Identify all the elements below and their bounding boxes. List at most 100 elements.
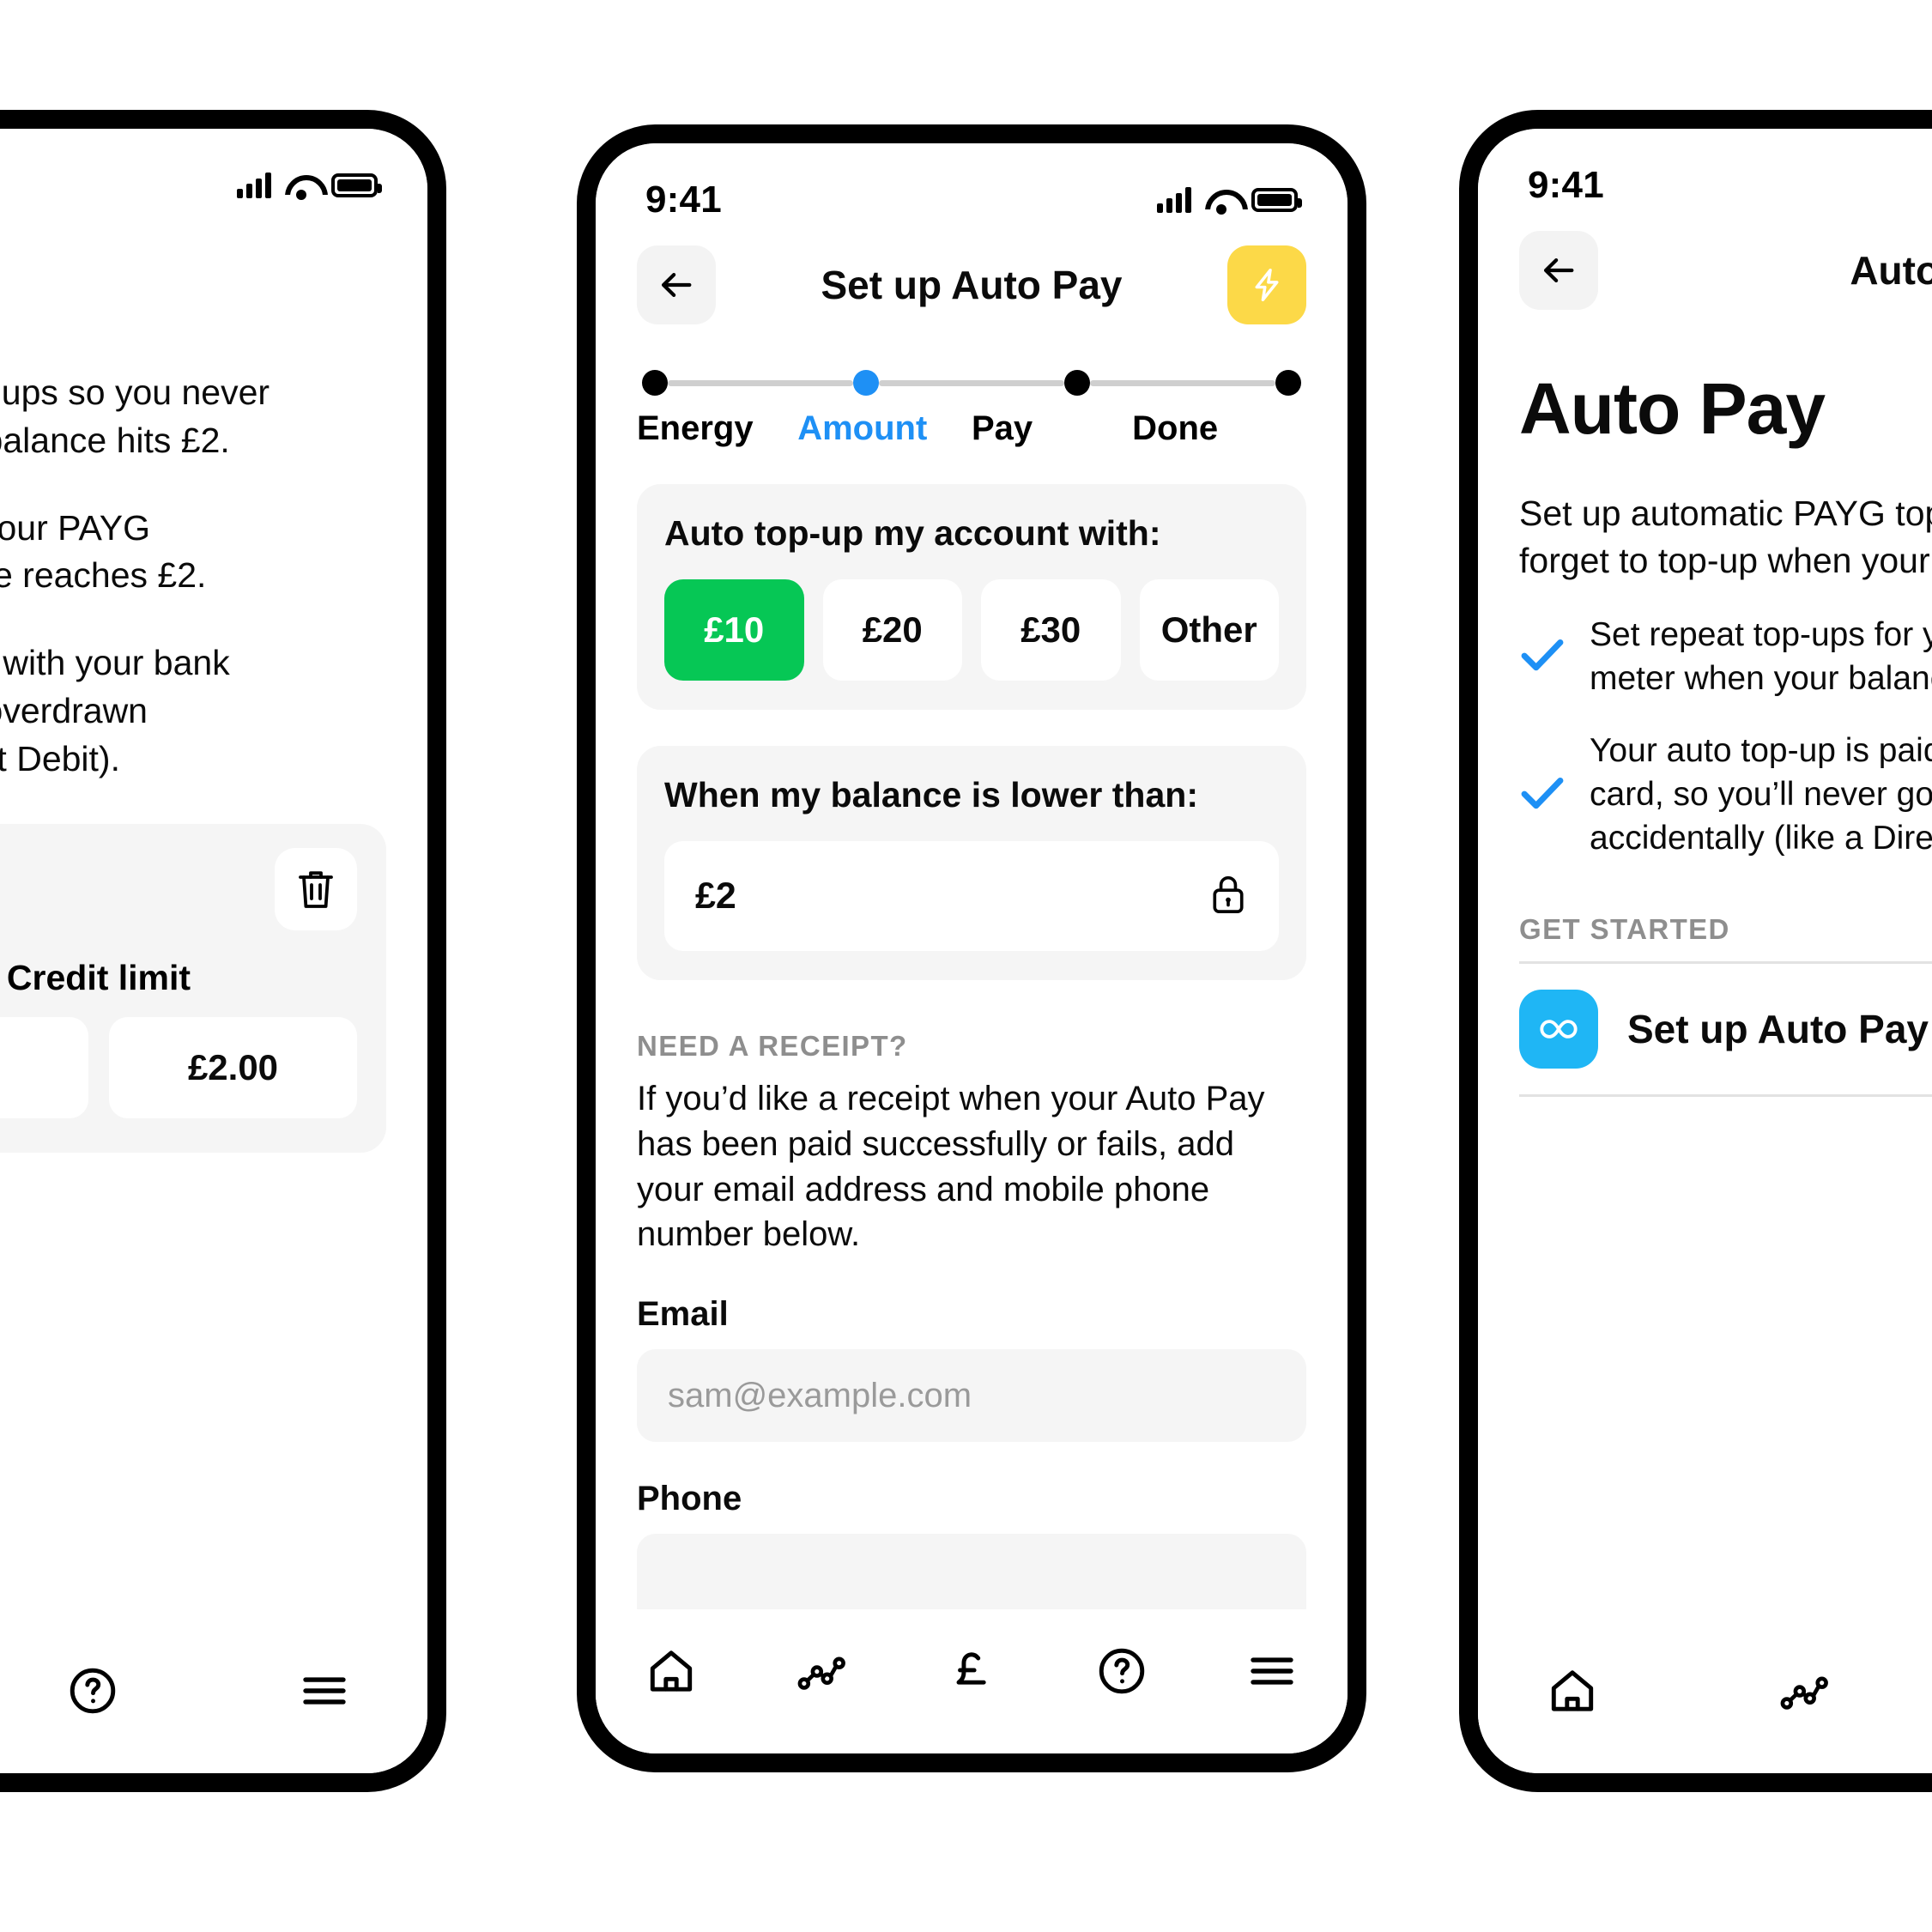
setup-auto-pay-label: Set up Auto Pay xyxy=(1627,1007,1929,1052)
right-screen: 9:41 Auto Pay Auto Pay Set up automatic … xyxy=(1478,129,1932,1773)
lock-icon xyxy=(1208,873,1248,920)
center-status-bar: 9:41 xyxy=(596,143,1348,222)
credit-limit-label: Credit limit xyxy=(6,958,191,998)
step-label-amount: Amount xyxy=(797,409,928,447)
flash-action-button[interactable] xyxy=(1227,245,1306,324)
left-paragraph-1: c PAYG top-ups so you never when your ba… xyxy=(0,372,270,460)
balance-threshold-field[interactable]: £2 xyxy=(664,841,1279,951)
back-arrow-icon xyxy=(661,273,692,297)
back-button[interactable] xyxy=(1519,231,1598,310)
wifi-icon xyxy=(285,173,318,200)
intro-text: Set up automatic PAYG top-u forget to to… xyxy=(1519,494,1932,580)
stepper-track xyxy=(637,370,1306,396)
left-paragraph-2: op-ups for your PAYG your balance reache… xyxy=(0,507,207,596)
amount-option-30[interactable]: £30 xyxy=(981,579,1121,681)
infinity-icon xyxy=(1519,990,1598,1069)
left-status-bar: 9:41 xyxy=(0,129,427,208)
battery-icon xyxy=(1251,188,1302,212)
benefit-item-2: Your auto top-up is paid card, so you’ll… xyxy=(1519,730,1932,860)
stepper-bar-2 xyxy=(879,379,1064,386)
step-label-done: Done xyxy=(1132,409,1219,447)
step-label-energy: Energy xyxy=(637,409,754,447)
right-content: Auto Pay Set up automatic PAYG top-u for… xyxy=(1478,367,1932,1098)
tab-usage[interactable] xyxy=(1753,1658,1856,1723)
left-screen: 9:41 Auto Pay c PAYG top-ups so you neve… xyxy=(0,129,427,1773)
left-paragraph-3: p-up is paid with your bank ll never go … xyxy=(0,643,230,778)
back-button[interactable] xyxy=(637,245,716,324)
left-nav-bar: Auto Pay xyxy=(0,208,427,319)
status-time: 9:41 xyxy=(1528,164,1604,206)
setup-auto-pay-row[interactable]: Set up Auto Pay xyxy=(1519,964,1932,1094)
step-dot-energy[interactable] xyxy=(642,370,668,396)
page-heading: Auto Pay xyxy=(1519,368,1826,449)
step-dot-done[interactable] xyxy=(1275,370,1301,396)
credit-limit-value-left[interactable] xyxy=(0,1017,88,1119)
status-icons xyxy=(237,173,382,200)
page-title: Auto Pay xyxy=(0,247,427,294)
email-input[interactable]: sam@example.com xyxy=(637,1349,1306,1443)
amount-option-10[interactable]: £10 xyxy=(664,579,804,681)
pound-icon xyxy=(956,1652,986,1685)
benefit-text: Your auto top-up is paid card, so you’ll… xyxy=(1590,732,1932,857)
progress-stepper: Energy Amount Pay Done xyxy=(596,334,1348,448)
benefit-text: Set repeat top-ups for yo meter when you… xyxy=(1590,615,1932,697)
tab-home[interactable] xyxy=(1521,1658,1624,1723)
left-credit-limit-card: Credit limit £2.00 xyxy=(0,824,386,1154)
step-dot-pay[interactable] xyxy=(1064,370,1090,396)
cellular-signal-icon xyxy=(1157,187,1191,213)
stepper-bar-1 xyxy=(668,379,853,386)
right-nav-bar: Auto Pay xyxy=(1478,208,1932,319)
center-screen: 9:41 Set up Auto Pay Energy Amount Pay D… xyxy=(596,143,1348,1753)
status-icons xyxy=(1157,187,1302,215)
tab-home[interactable] xyxy=(620,1638,723,1704)
right-tab-bar xyxy=(1478,1629,1932,1773)
phone-label: Phone xyxy=(637,1480,742,1518)
balance-threshold-card: When my balance is lower than: £2 xyxy=(637,746,1306,980)
check-icon xyxy=(1519,636,1566,678)
credit-limit-value-right[interactable]: £2.00 xyxy=(109,1017,357,1119)
line-chart-icon xyxy=(1780,1676,1828,1710)
receipt-body: If you’d like a receipt when your Auto P… xyxy=(637,1080,1265,1254)
phone-center: 9:41 Set up Auto Pay Energy Amount Pay D… xyxy=(577,124,1366,1772)
step-label-pay: Pay xyxy=(971,409,1033,447)
home-icon xyxy=(1551,1670,1594,1711)
right-status-bar: 9:41 xyxy=(1478,129,1932,208)
tab-help[interactable] xyxy=(1070,1638,1173,1704)
hamburger-menu-icon xyxy=(303,1677,346,1705)
tab-menu[interactable] xyxy=(1220,1638,1323,1704)
tab-payments[interactable] xyxy=(920,1638,1023,1704)
balance-card-title: When my balance is lower than: xyxy=(664,775,1198,815)
hamburger-menu-icon xyxy=(1251,1657,1294,1685)
tab-menu[interactable] xyxy=(273,1658,376,1723)
tab-help[interactable] xyxy=(41,1658,144,1723)
step-dot-amount[interactable] xyxy=(853,370,879,396)
stepper-bar-3 xyxy=(1090,379,1275,386)
phone-right: 9:41 Auto Pay Auto Pay Set up automatic … xyxy=(1459,110,1932,1792)
left-content: c PAYG top-ups so you never when your ba… xyxy=(0,319,427,1154)
back-arrow-icon xyxy=(1543,258,1574,282)
receipt-eyebrow: NEED A RECEIPT? xyxy=(637,1030,908,1062)
question-circle-icon xyxy=(1099,1648,1145,1694)
check-icon xyxy=(1519,774,1566,816)
left-tab-bar xyxy=(0,1629,427,1773)
benefit-item-1: Set repeat top-ups for yo meter when you… xyxy=(1519,614,1932,700)
question-circle-icon xyxy=(70,1668,116,1714)
phone-left: 9:41 Auto Pay c PAYG top-ups so you neve… xyxy=(0,110,446,1792)
amount-option-other[interactable]: Other xyxy=(1139,579,1279,681)
battery-icon xyxy=(331,173,382,197)
trash-icon[interactable] xyxy=(275,848,357,931)
email-label: Email xyxy=(637,1295,729,1334)
center-content: Auto top-up my account with: £10 £20 £30… xyxy=(596,484,1348,1627)
credit-limit-fields: £2.00 xyxy=(0,1017,357,1119)
topup-amount-card: Auto top-up my account with: £10 £20 £30… xyxy=(637,484,1306,710)
amount-option-20[interactable]: £20 xyxy=(822,579,962,681)
lightning-bolt-icon xyxy=(1255,269,1279,301)
balance-threshold-value: £2 xyxy=(695,875,736,917)
topup-card-title: Auto top-up my account with: xyxy=(664,513,1161,553)
tab-usage[interactable] xyxy=(770,1638,873,1704)
center-nav-bar: Set up Auto Pay xyxy=(596,222,1348,334)
topup-amount-options: £10 £20 £30 Other xyxy=(664,579,1279,681)
wifi-icon xyxy=(1205,188,1238,215)
section-label-get-started: GET STARTED xyxy=(1519,913,1730,946)
center-tab-bar xyxy=(596,1609,1348,1753)
